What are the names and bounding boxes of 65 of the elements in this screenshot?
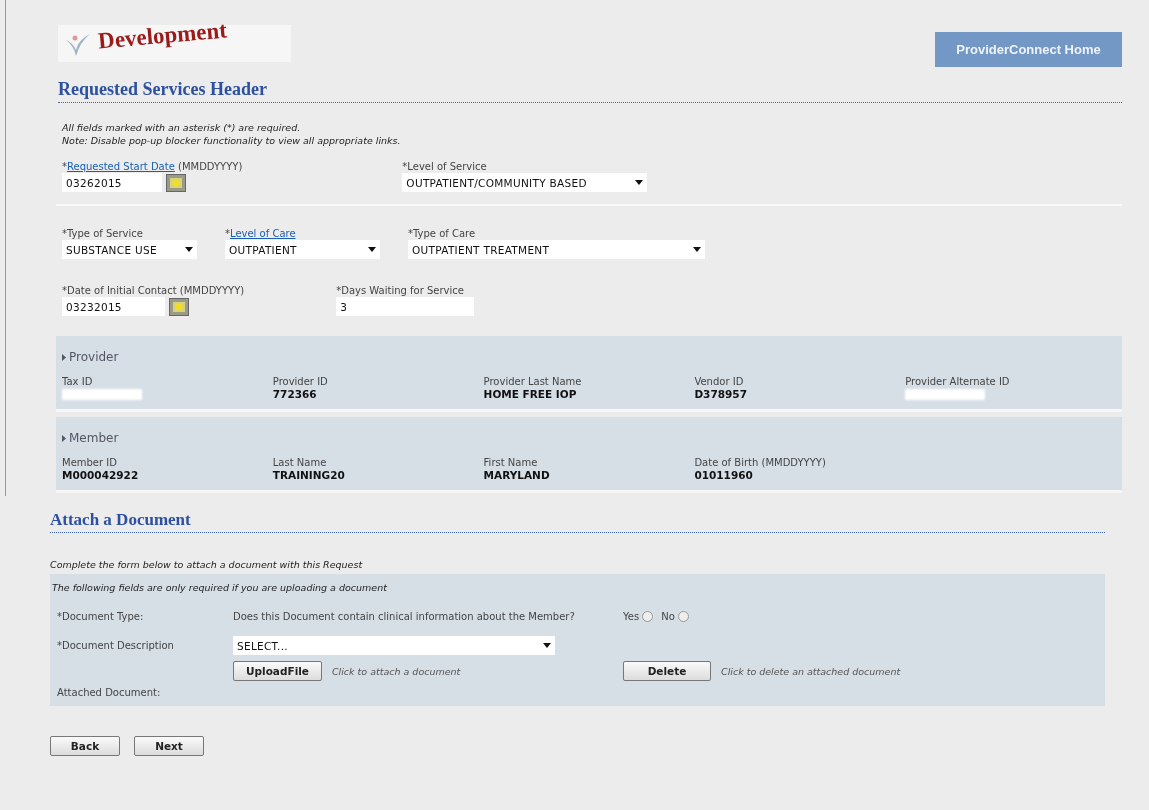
note-text: All fields marked with an asterisk (*) are required. [62, 121, 302, 134]
info-label: First Name [483, 457, 539, 468]
hint-text: Click to attach a document [331, 665, 461, 677]
info-label: Provider ID [272, 376, 329, 387]
field-label: *Level of Service [402, 161, 488, 172]
field-label: *Type of Service [62, 228, 144, 239]
info-label: Date of Birth (MMDDYYYY) [694, 457, 827, 468]
field-label: *Date of Initial Contact (MMDDYYYY) [62, 285, 245, 296]
field-label: Attached Document: [57, 687, 162, 698]
hint-text: Click to delete an attached document [721, 665, 901, 677]
radio-label: Yes [623, 611, 640, 622]
nav-button[interactable]: Next [134, 736, 204, 756]
input-field[interactable]: 3 [336, 297, 475, 316]
field-link[interactable]: Requested Start Date [67, 161, 175, 172]
delete-button[interactable]: Delete [623, 661, 711, 681]
info-label: Member ID [62, 457, 118, 468]
field-label: *Requested Start Date (MMDDYYYY) [62, 161, 243, 172]
dropdown[interactable]: SUBSTANCE USE [62, 240, 197, 259]
field-label: *Days Waiting for Service [336, 285, 465, 296]
nav-button[interactable]: Back [50, 736, 120, 756]
radio-button[interactable] [677, 611, 689, 622]
dropdown[interactable]: OUTPATIENT [225, 240, 380, 259]
question-text: Does this Document contain clinical information about the Member? [233, 611, 576, 622]
info-value: MARYLAND [483, 469, 551, 481]
caret-icon [693, 247, 701, 252]
info-value: 772366 [272, 388, 318, 400]
dropdown[interactable]: OUTPATIENT/COMMUNITY BASED [402, 173, 648, 192]
date-field[interactable]: 03262015 [62, 173, 162, 192]
upload-button[interactable]: UploadFile [233, 661, 322, 681]
dropdown[interactable]: SELECT... [233, 636, 555, 655]
radio-button[interactable] [642, 611, 654, 622]
field-label: *Document Description [57, 640, 175, 651]
field-label: *Level of Care [225, 228, 297, 239]
note-text: The following fields are only required if you are uploading a document [52, 582, 388, 593]
field-link[interactable]: Level of Care [230, 228, 296, 239]
panel-title: Provider [69, 350, 119, 364]
expand-icon[interactable] [62, 434, 66, 442]
info-value: M000042922 [62, 469, 140, 481]
field-label: *Type of Care [408, 228, 477, 239]
section-title: Attach a Document [50, 510, 191, 530]
dropdown[interactable]: OUTPATIENT TREATMENT [408, 240, 705, 259]
caret-icon [368, 247, 376, 252]
caret-icon [635, 180, 644, 185]
info-label: Last Name [272, 457, 328, 468]
info-label: Provider Last Name [483, 376, 583, 387]
info-value: 01011960 [694, 469, 754, 481]
panel-title: Member [69, 431, 119, 445]
date-field[interactable]: 03232015 [62, 297, 165, 316]
caret-icon [185, 247, 193, 252]
info-label: Tax ID [62, 376, 94, 387]
expand-icon[interactable] [62, 353, 66, 361]
caret-icon [543, 643, 551, 648]
note-text: Note: Disable pop-up blocker functionality to view all appropriate links. [62, 134, 402, 147]
calendar-icon[interactable] [166, 173, 186, 192]
info-label: Provider Alternate ID [905, 376, 1011, 387]
intro-text: Complete the form below to attach a document with this Request [50, 559, 364, 570]
logo-text: Development [97, 17, 228, 55]
radio-label: No [661, 611, 675, 622]
info-value: HOME FREE IOP [483, 388, 578, 400]
calendar-icon[interactable] [169, 297, 189, 316]
field-label: *Document Type: [57, 611, 145, 622]
info-value: TRAINING20 [272, 469, 346, 481]
info-label: Vendor ID [694, 376, 745, 387]
info-value: D378957 [694, 388, 748, 400]
section-title: Requested Services Header [58, 79, 267, 100]
